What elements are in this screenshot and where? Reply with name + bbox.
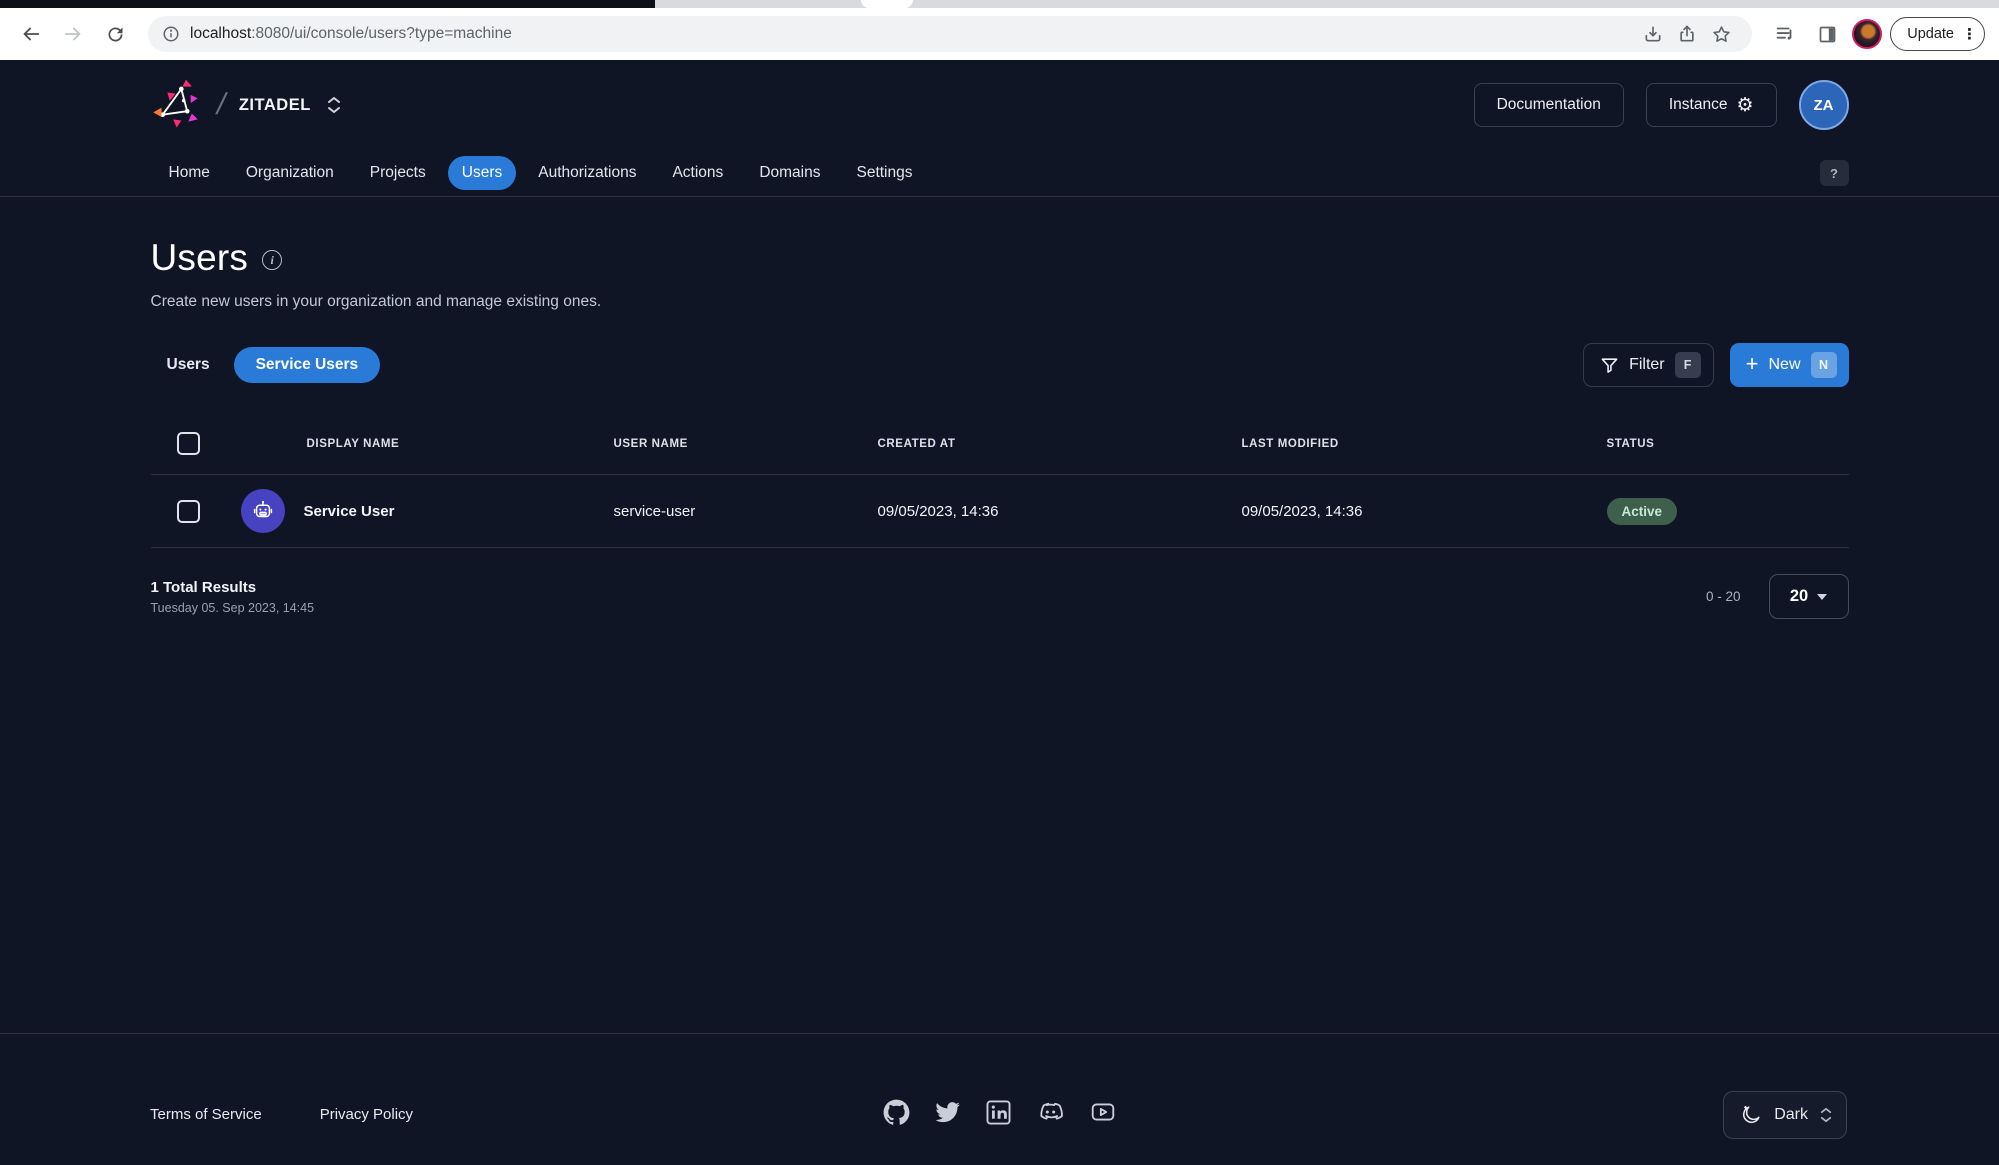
browser-toolbar: localhost:8080/ui/console/users?type=mac… [0,8,1999,60]
robot-icon [253,500,272,518]
tab-search-icon[interactable] [1768,17,1802,51]
col-user-name: USER NAME [613,437,688,450]
moon-icon [1743,1105,1760,1123]
main-content: Users i Create new users in your organiz… [0,197,1999,1033]
col-status: STATUS [1606,437,1655,450]
main-nav: Home Organization Projects Users Authori… [0,150,1999,197]
tab-users[interactable]: Users [151,347,226,383]
row-display-name: Service User [303,502,395,520]
nav-item-authorizations[interactable]: Authorizations [524,156,650,190]
privacy-link[interactable]: Privacy Policy [320,1106,413,1123]
total-results: 1 Total Results [150,578,257,596]
nav-item-projects[interactable]: Projects [356,156,440,190]
nav-item-home[interactable]: Home [155,156,224,190]
page-title: Users [150,237,249,278]
zitadel-logo-icon[interactable] [151,75,207,136]
service-user-avatar [240,489,285,533]
nav-item-settings[interactable]: Settings [842,156,926,190]
github-icon[interactable] [883,1099,910,1126]
youtube-icon[interactable] [1089,1099,1117,1125]
forward-icon[interactable] [56,17,90,51]
install-icon[interactable] [1636,17,1670,51]
browser-menu-icon[interactable]: ⋮ [1962,27,1977,42]
app-header: / ZITADEL Documentation Instance ⚙ ZA [0,60,1999,150]
site-info-icon[interactable] [162,25,180,43]
page-size-value: 20 [1789,587,1809,605]
avatar-initials: ZA [1813,96,1834,114]
discord-icon[interactable] [1036,1099,1065,1126]
nav-item-users[interactable]: Users [447,156,517,190]
update-label: Update [1907,26,1954,42]
new-label: New [1768,356,1801,373]
reload-icon[interactable] [98,17,132,51]
filter-button[interactable]: Filter F [1583,343,1714,387]
row-user-name: service-user [613,502,696,520]
table-row[interactable]: Service User service-user 09/05/2023, 14… [150,475,1849,548]
tab-service-users[interactable]: Service Users [233,347,381,383]
theme-caret-icon [1820,1107,1832,1123]
info-icon[interactable]: i [262,250,283,270]
caret-down-icon [1817,593,1828,600]
tab-strip-dark-segment [0,0,655,8]
url-text: localhost:8080/ui/console/users?type=mac… [190,25,512,42]
select-row-checkbox[interactable] [176,499,200,523]
users-table: DISPLAY NAME USER NAME CREATED AT LAST M… [150,413,1849,548]
help-button[interactable]: ? [1819,160,1849,186]
bookmark-star-icon[interactable] [1704,17,1738,51]
plus-icon: + [1745,351,1759,376]
side-panel-icon[interactable] [1810,17,1844,51]
terms-link[interactable]: Terms of Service [150,1106,262,1123]
filter-label: Filter [1629,356,1665,373]
footer: Terms of Service Privacy Policy Dark [0,1033,1999,1165]
table-header-row: DISPLAY NAME USER NAME CREATED AT LAST M… [150,413,1849,475]
new-shortcut-badge: N [1810,352,1837,378]
zitadel-console: / ZITADEL Documentation Instance ⚙ ZA Ho… [0,60,1999,1165]
status-badge: Active [1606,497,1678,525]
update-button[interactable]: Update ⋮ [1890,17,1985,51]
gear-icon: ⚙ [1736,93,1754,116]
browser-profile-avatar[interactable] [1852,19,1883,49]
active-tab-notch [861,0,913,8]
pagination: 1 Total Results Tuesday 05. Sep 2023, 14… [151,574,1849,619]
col-last-modified: LAST MODIFIED [1241,437,1339,450]
filter-shortcut-badge: F [1674,352,1701,378]
share-icon[interactable] [1670,17,1704,51]
linkedin-icon[interactable] [985,1099,1012,1126]
nav-item-organization[interactable]: Organization [232,156,348,190]
col-created-at: CREATED AT [877,437,956,450]
page-range: 0 - 20 [1705,589,1741,604]
org-switcher-icon[interactable] [327,96,341,114]
nav-item-actions[interactable]: Actions [658,156,737,190]
user-avatar[interactable]: ZA [1798,80,1849,130]
filter-funnel-icon [1601,357,1618,373]
screen: localhost:8080/ui/console/users?type=mac… [0,0,1999,1165]
documentation-button[interactable]: Documentation [1473,83,1624,127]
select-all-checkbox[interactable] [176,432,200,455]
twitter-icon[interactable] [934,1099,961,1126]
documentation-label: Documentation [1496,96,1601,113]
social-links [883,1099,1117,1126]
row-last-modified: 09/05/2023, 14:36 [1241,502,1363,520]
row-created-at: 09/05/2023, 14:36 [877,502,999,520]
new-button[interactable]: + New N [1729,343,1849,387]
instance-button[interactable]: Instance ⚙ [1645,83,1777,127]
url-bar[interactable]: localhost:8080/ui/console/users?type=mac… [148,16,1753,52]
org-name[interactable]: ZITADEL [239,96,311,115]
theme-label: Dark [1774,1105,1808,1123]
list-toolbar: Users Service Users Filter F + New N [151,343,1849,387]
results-timestamp: Tuesday 05. Sep 2023, 14:45 [150,600,315,615]
page-size-select[interactable]: 20 [1768,574,1849,619]
instance-label: Instance [1668,96,1728,113]
col-display-name: DISPLAY NAME [306,437,400,450]
page-subtitle: Create new users in your organization an… [150,293,602,310]
browser-tab-strip [0,0,1999,8]
back-icon[interactable] [14,17,48,51]
breadcrumb-slash: / [213,88,229,121]
nav-item-domains[interactable]: Domains [745,156,834,190]
theme-select[interactable]: Dark [1723,1090,1847,1139]
